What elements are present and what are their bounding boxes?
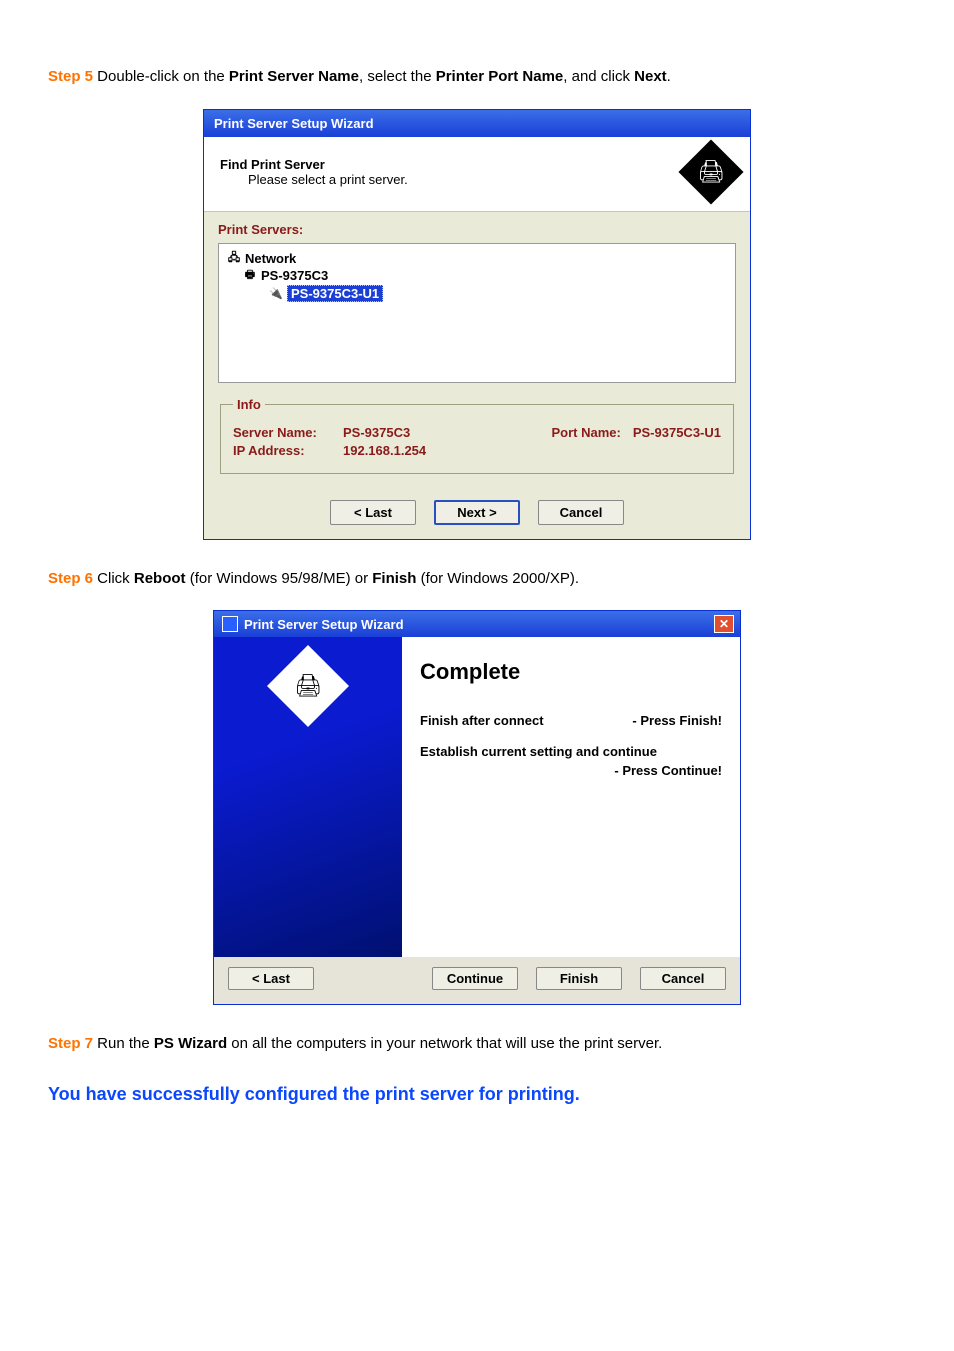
cancel-button[interactable]: Cancel <box>538 500 624 525</box>
step7-label: Step 7 <box>48 1035 93 1052</box>
last-button[interactable]: < Last <box>228 967 314 990</box>
tree-port-selected: PS-9375C3-U1 <box>287 285 383 302</box>
wizard1-header-subtitle: Please select a print server. <box>220 172 408 187</box>
print-servers-label: Print Servers: <box>218 222 736 237</box>
success-message: You have successfully configured the pri… <box>48 1084 906 1105</box>
ip-value: 192.168.1.254 <box>343 443 426 458</box>
print-servers-tree[interactable]: 🖧 Network 🖶 PS-9375C3 🔌 PS-9375C3-U1 <box>218 243 736 383</box>
server-name-value: PS-9375C3 <box>343 425 410 440</box>
info-group: Info Server Name: PS-9375C3 Port Name: P… <box>220 397 734 474</box>
wizard2-sidebar: 🖨 <box>214 637 402 957</box>
wizard2-titlebar[interactable]: Print Server Setup Wizard ✕ <box>214 611 740 637</box>
continue-button[interactable]: Continue <box>432 967 518 990</box>
tree-server[interactable]: 🖶 PS-9375C3 <box>227 267 727 284</box>
app-icon <box>222 616 238 632</box>
tree-port[interactable]: 🔌 PS-9375C3-U1 <box>227 284 727 303</box>
port-name-key: Port Name: <box>551 425 620 440</box>
continue-line: Establish current setting and continue <box>420 744 722 759</box>
port-name-value: PS-9375C3-U1 <box>633 425 721 440</box>
step6-line: Step 6 Click Reboot (for Windows 95/98/M… <box>48 568 906 591</box>
printer-icon: 🖨 <box>267 645 349 727</box>
wizard2-title: Print Server Setup Wizard <box>244 617 404 632</box>
wizard1-header-title: Find Print Server <box>220 157 408 172</box>
step6-label: Step 6 <box>48 570 93 587</box>
continue-line-right: - Press Continue! <box>420 763 722 778</box>
server-icon: 🖶 <box>243 268 257 282</box>
next-button[interactable]: Next > <box>434 500 520 525</box>
port-icon: 🔌 <box>269 286 283 300</box>
info-legend: Info <box>233 397 265 412</box>
complete-heading: Complete <box>420 659 722 685</box>
wizard2-window: Print Server Setup Wizard ✕ 🖨 Complete F… <box>213 610 741 1005</box>
close-icon[interactable]: ✕ <box>714 615 734 633</box>
wizard1-header: Find Print Server Please select a print … <box>204 137 750 212</box>
tree-root[interactable]: 🖧 Network <box>227 250 727 267</box>
wizard2-content: Complete Finish after connect - Press Fi… <box>402 637 740 957</box>
finish-line: Finish after connect - Press Finish! <box>420 713 722 728</box>
printer-icon: 🖨 <box>678 139 743 204</box>
last-button[interactable]: < Last <box>330 500 416 525</box>
finish-button[interactable]: Finish <box>536 967 622 990</box>
cancel-button[interactable]: Cancel <box>640 967 726 990</box>
server-name-key: Server Name: <box>233 425 343 440</box>
step5-label: Step 5 <box>48 68 93 85</box>
step7-line: Step 7 Run the PS Wizard on all the comp… <box>48 1033 906 1056</box>
step5-line: Step 5 Double-click on the Print Server … <box>48 66 906 89</box>
wizard2-button-bar: < Last Continue Finish Cancel <box>214 957 740 1004</box>
wizard1-window: Print Server Setup Wizard Find Print Ser… <box>203 109 751 540</box>
wizard1-button-bar: < Last Next > Cancel <box>204 490 750 539</box>
wizard1-titlebar[interactable]: Print Server Setup Wizard <box>204 110 750 137</box>
ip-key: IP Address: <box>233 443 343 458</box>
network-icon: 🖧 <box>227 251 241 265</box>
